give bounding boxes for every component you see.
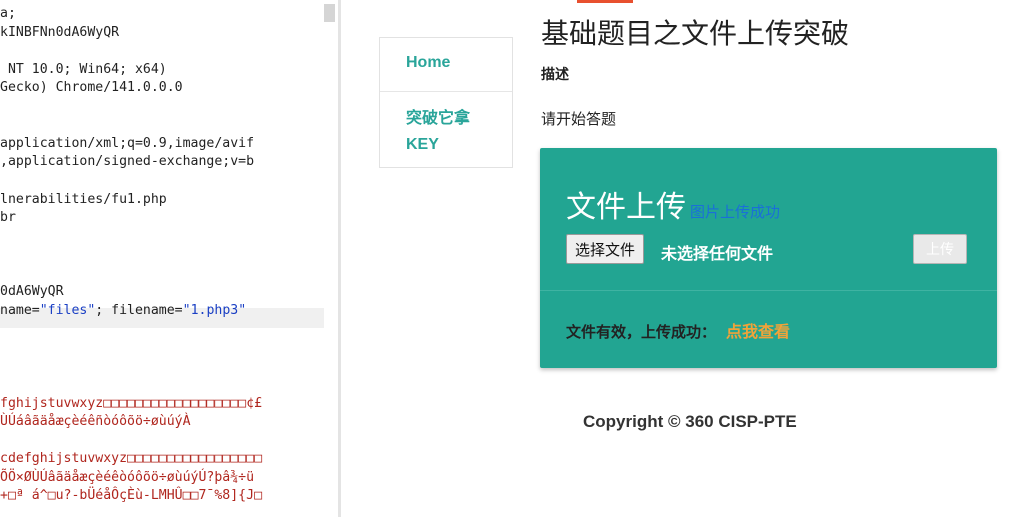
request-line: a; bbox=[0, 6, 16, 21]
editor-scrollbar-thumb[interactable] bbox=[324, 4, 335, 22]
request-line: ÕÖ×ØÙÚâãäåæçèéêòóôõö÷øùúýÚ?þâ¾÷ü bbox=[0, 469, 255, 485]
request-line: ÙÚáâãäåæçèéêñòóôõö÷øùúýÀ bbox=[0, 414, 191, 430]
copyright-footer: Copyright © 360 CISP-PTE bbox=[583, 412, 797, 431]
upload-success-subtitle: 图片上传成功 bbox=[690, 203, 781, 221]
choose-file-button[interactable]: 选择文件 bbox=[566, 234, 645, 264]
top-accent-bar bbox=[577, 0, 633, 3]
view-file-link[interactable]: 点我查看 bbox=[726, 324, 790, 341]
upload-result: 文件有效，上传成功： 点我查看 bbox=[566, 318, 790, 342]
request-line: name="files"; filename="1.php3" bbox=[0, 302, 246, 320]
request-line: Gecko) Chrome/141.0.0.0 bbox=[0, 80, 183, 96]
request-line: application/xml;q=0.9,image/avif bbox=[0, 135, 255, 151]
file-status-text: 未选择任何文件 bbox=[661, 246, 774, 263]
page-title: 基础题目之文件上传突破 bbox=[541, 17, 850, 50]
description-label: 描述 bbox=[541, 66, 569, 82]
nav-get-key-link[interactable]: 突破它拿KEY bbox=[380, 106, 512, 158]
request-line: +□ª á^□u?-bÜéåÔçÈù-LMHÛ□□7¯%8]{J□ bbox=[0, 488, 263, 504]
request-line: lnerabilities/fu1.php bbox=[0, 191, 167, 207]
request-line: NT 10.0; Win64; x64) bbox=[0, 61, 167, 77]
upload-card-title: 文件上传 图片上传成功 bbox=[566, 182, 780, 226]
request-text-token: name= bbox=[0, 302, 40, 318]
request-editor[interactable]: a; kINBFNn0dA6WyQR NT 10.0; Win64; x64) Ge… bbox=[0, 0, 338, 517]
side-nav: Home 突破它拿KEY bbox=[379, 37, 513, 168]
pane-divider[interactable] bbox=[338, 0, 341, 517]
request-line: ,application/signed-exchange;v=b bbox=[0, 154, 255, 170]
card-divider bbox=[540, 290, 997, 291]
request-line: cdefghijstuvwxyz□□□□□□□□□□□□□□□□□ bbox=[0, 451, 263, 467]
request-line: fghijstuvwxyz□□□□□□□□□□□□□□□□□□¢£ bbox=[0, 395, 263, 411]
upload-button[interactable]: 上传 bbox=[913, 234, 967, 264]
nav-divider bbox=[380, 91, 512, 92]
request-string-token: "files" bbox=[39, 302, 96, 318]
request-line: kINBFNn0dA6WyQR bbox=[0, 24, 120, 40]
upload-title-text: 文件上传 bbox=[566, 190, 686, 225]
upload-card: 文件上传 图片上传成功 选择文件 未选择任何文件 上传 文件有效，上传成功： 点我查… bbox=[540, 148, 997, 368]
request-string-token: "1.php3" bbox=[182, 302, 247, 318]
upload-result-text: 文件有效，上传成功： bbox=[566, 324, 717, 341]
nav-home-link[interactable]: Home bbox=[380, 54, 476, 72]
request-text-token: ; filename= bbox=[95, 302, 183, 318]
request-line: br bbox=[0, 210, 16, 226]
description-text: 请开始答题 bbox=[541, 111, 617, 128]
request-line: 0dA6WyQR bbox=[0, 284, 64, 300]
